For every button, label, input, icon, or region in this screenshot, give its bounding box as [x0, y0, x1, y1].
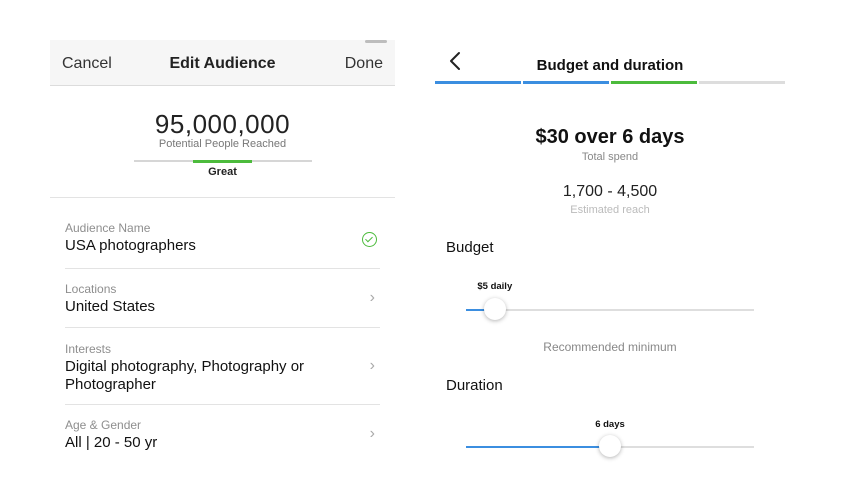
- total-spend-value: $30 over 6 days: [535, 126, 685, 148]
- chevron-right-icon: ›: [369, 357, 375, 374]
- duration-title: Duration: [446, 377, 503, 394]
- chevron-right-icon: ›: [369, 425, 375, 442]
- interests-label: Interests: [65, 342, 112, 356]
- interests-row[interactable]: Interests Digital photography, Photograp…: [65, 342, 395, 394]
- row-divider: [65, 404, 380, 405]
- estimated-reach-value: 1,700 - 4,500: [562, 183, 658, 200]
- recommended-minimum-label: Recommended minimum: [543, 340, 677, 354]
- total-spend-label: Total spend: [581, 151, 639, 163]
- duration-slider-fill: [466, 446, 610, 448]
- progress-step-4: [699, 81, 785, 84]
- status-bar-edge: [365, 40, 387, 43]
- duration-slider-thumb[interactable]: [599, 435, 621, 457]
- interests-value-line1: Digital photography, Photography or: [65, 358, 305, 375]
- budget-slider-tooltip: $5 daily: [477, 281, 513, 292]
- age-gender-row[interactable]: Age & Gender All | 20 - 50 yr ›: [65, 418, 395, 452]
- step-progress-bar: [435, 81, 785, 84]
- done-button[interactable]: Done: [345, 55, 383, 73]
- budget-slider[interactable]: [466, 298, 754, 320]
- screen-title: Edit Audience: [169, 55, 276, 72]
- age-gender-value: All | 20 - 50 yr: [65, 434, 158, 451]
- check-icon: [362, 232, 377, 247]
- budget-title: Budget: [446, 239, 494, 256]
- divider: [50, 197, 395, 198]
- duration-slider[interactable]: [466, 435, 754, 457]
- screen-title: Budget and duration: [536, 57, 684, 74]
- edit-audience-screen: Cancel Edit Audience Done 95,000,000 Pot…: [50, 40, 395, 500]
- progress-step-2: [523, 81, 609, 84]
- progress-step-3: [611, 81, 697, 84]
- potential-reach-number: 95,000,000: [154, 109, 291, 139]
- locations-label: Locations: [65, 282, 117, 296]
- audience-name-value: USA photographers: [65, 237, 196, 254]
- row-divider: [65, 268, 380, 269]
- audience-quality-meter: [134, 159, 312, 163]
- audience-quality-label: Great: [208, 166, 237, 178]
- duration-slider-tooltip: 6 days: [595, 419, 625, 430]
- budget-slider-thumb[interactable]: [483, 298, 506, 320]
- budget-duration-screen: Budget and duration $30 over 6 days Tota…: [435, 40, 785, 500]
- progress-step-1: [435, 81, 521, 84]
- estimated-reach-label: Estimated reach: [570, 204, 650, 216]
- age-gender-label: Age & Gender: [65, 418, 142, 432]
- audience-quality-indicator: [193, 159, 252, 163]
- interests-value-line2: Photographer: [65, 376, 156, 393]
- locations-row[interactable]: Locations United States ›: [65, 282, 395, 316]
- locations-value: United States: [65, 298, 156, 315]
- nav-bar: Cancel Edit Audience Done: [50, 40, 395, 86]
- audience-name-row[interactable]: Audience Name USA photographers: [65, 221, 395, 255]
- audience-name-label: Audience Name: [65, 221, 151, 235]
- row-divider: [65, 327, 380, 328]
- potential-reach-label: Potential People Reached: [158, 138, 287, 150]
- chevron-right-icon: ›: [369, 289, 375, 306]
